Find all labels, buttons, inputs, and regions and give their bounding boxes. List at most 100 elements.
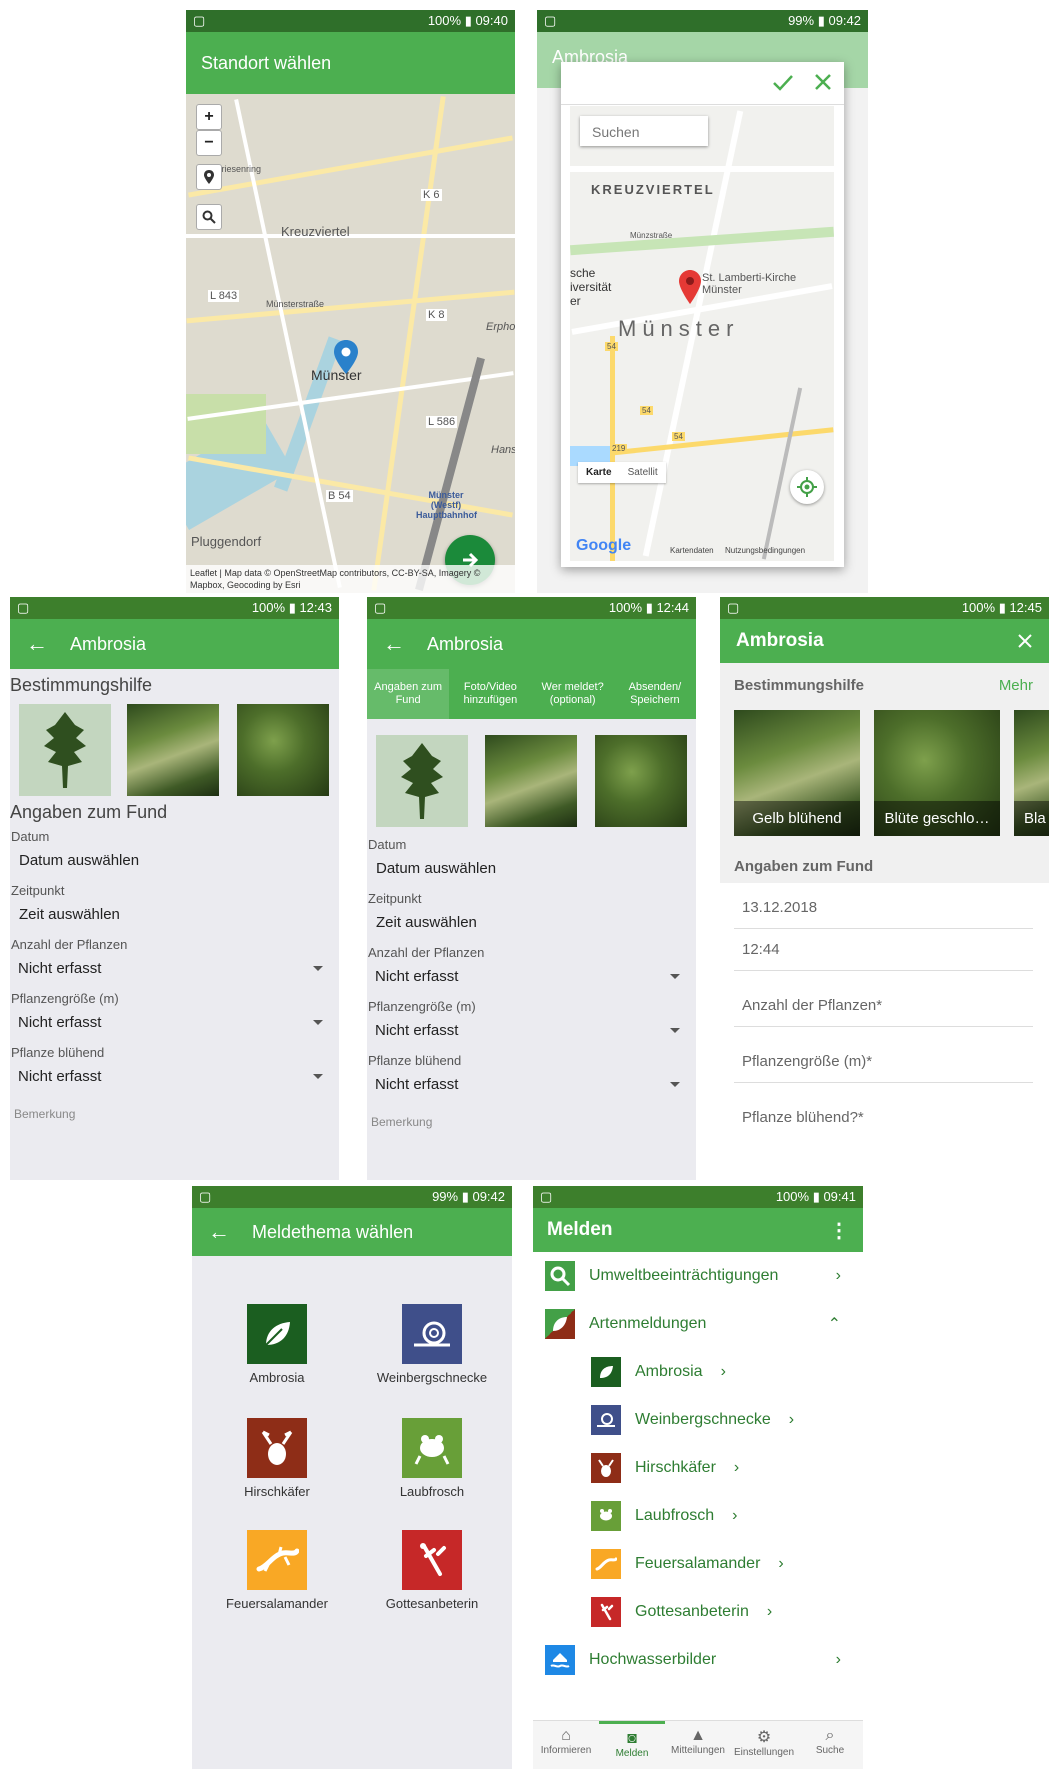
groesse-field[interactable]: Pflanzengröße (m)* xyxy=(734,1027,1033,1083)
zeit-field[interactable]: Zeit auswählen xyxy=(367,906,696,939)
nav-einstellungen[interactable]: ⚙ Einstellungen xyxy=(731,1721,797,1769)
groesse-select[interactable]: Nicht erfasst xyxy=(367,1014,696,1047)
bluehend-select[interactable]: Nicht erfasst xyxy=(367,1068,696,1101)
anzahl-select[interactable]: Nicht erfasst xyxy=(367,960,696,993)
map-label: K 8 xyxy=(426,309,447,321)
status-left: ▢ xyxy=(193,13,206,28)
map-search-button[interactable] xyxy=(196,204,222,230)
anzahl-select[interactable]: Nicht erfasst xyxy=(10,952,339,985)
nav-melden[interactable]: ◙ Melden xyxy=(599,1721,665,1769)
datum-field[interactable]: Datum auswählen xyxy=(10,844,339,877)
map[interactable]: Kreuzviertel Münster Pluggendorf K 6 K 8… xyxy=(186,94,515,593)
map-type-karte[interactable]: Karte xyxy=(578,462,620,483)
screen-form-tabs: ▢ 100% ▮ 12:44 ← Ambrosia Angaben zum Fu… xyxy=(367,597,696,1180)
nav-mitteilungen[interactable]: ▲ Mitteilungen xyxy=(665,1721,731,1769)
chevron-right-icon: › xyxy=(766,1603,773,1620)
bluehend-field[interactable]: Pflanze blühend?* xyxy=(734,1083,1033,1138)
dropdown-caret-icon xyxy=(670,1082,680,1087)
sub-weinbergschnecke[interactable]: Weinbergschnecke › xyxy=(533,1396,863,1444)
row-arten[interactable]: Artenmeldungen ⌃ xyxy=(533,1300,863,1348)
theme-hirschkaefer[interactable]: Hirschkäfer xyxy=(217,1418,337,1499)
thumb-leaf[interactable] xyxy=(376,735,468,827)
map-label: Münsterstraße xyxy=(266,299,325,309)
park xyxy=(570,226,834,256)
close-icon[interactable] xyxy=(814,73,832,91)
row-umwelt[interactable]: Umweltbeeinträchtigungen › xyxy=(533,1252,863,1300)
row-label: Hochwasserbilder xyxy=(589,1651,717,1668)
camera-icon: ◙ xyxy=(627,1730,637,1747)
thumb-plant[interactable] xyxy=(595,735,687,827)
status-left: ▢ xyxy=(540,1189,553,1204)
row-hochwasser[interactable]: Hochwasserbilder › xyxy=(533,1636,863,1684)
theme-ambrosia[interactable]: Ambrosia xyxy=(217,1304,337,1385)
confirm-icon[interactable] xyxy=(772,73,794,93)
back-arrow-icon[interactable]: ← xyxy=(208,1219,230,1245)
map-marker-icon[interactable] xyxy=(679,270,701,304)
sub-feuersalamander[interactable]: Feuersalamander › xyxy=(533,1540,863,1588)
nav-suche[interactable]: ⌕ Suche xyxy=(797,1721,863,1769)
google-map[interactable]: Suchen KREUZVIERTEL Münster sche iversit… xyxy=(570,106,834,561)
theme-feuersalamander[interactable]: Feuersalamander xyxy=(217,1530,337,1611)
map-label: Münster (Westf) Hauptbahnhof xyxy=(416,490,477,520)
map-label: KREUZVIERTEL xyxy=(591,182,715,197)
map-footer-nutzung[interactable]: Nutzungsbedingungen xyxy=(725,546,805,555)
ambrosia-icon xyxy=(591,1357,621,1387)
theme-label: Ambrosia xyxy=(249,1370,305,1385)
map-type-satellit[interactable]: Satellit xyxy=(620,462,666,483)
tab-absenden[interactable]: Absenden/ Speichern xyxy=(614,669,696,719)
groesse-label: Pflanzengröße (m) xyxy=(11,991,119,1006)
page-title: Meldethema wählen xyxy=(252,1221,414,1242)
card-label: Blüte geschlo… xyxy=(874,801,1000,836)
card-gelb[interactable]: Gelb blühend xyxy=(734,710,860,836)
thumb-plant[interactable] xyxy=(237,704,329,796)
card-bluete[interactable]: Blüte geschlo… xyxy=(874,710,1000,836)
bluehend-select[interactable]: Nicht erfasst xyxy=(10,1060,339,1093)
search-icon xyxy=(202,210,216,224)
back-arrow-icon[interactable]: ← xyxy=(383,631,405,657)
my-location-button[interactable] xyxy=(790,470,824,504)
location-button[interactable] xyxy=(196,164,222,190)
bluehend-label: Pflanze blühend xyxy=(368,1053,462,1068)
back-arrow-icon[interactable]: ← xyxy=(26,631,48,657)
status-bar: ▢ 100% ▮ 09:40 xyxy=(186,10,515,32)
status-bar: ▢ 99% ▮ 09:42 xyxy=(192,1186,512,1208)
nav-label: Mitteilungen xyxy=(671,1745,725,1756)
road xyxy=(186,234,515,238)
map-footer-kartendaten[interactable]: Kartendaten xyxy=(670,546,714,555)
sub-gottesanbeterin[interactable]: Gottesanbeterin › xyxy=(533,1588,863,1636)
theme-laubfrosch[interactable]: Laubfrosch xyxy=(372,1418,492,1499)
sub-hirschkaefer[interactable]: Hirschkäfer › xyxy=(533,1444,863,1492)
sub-ambrosia[interactable]: Ambrosia › xyxy=(533,1348,863,1396)
status-left: ▢ xyxy=(199,1189,212,1204)
close-icon[interactable] xyxy=(1017,633,1033,649)
mantis-icon xyxy=(402,1530,462,1590)
tab-foto[interactable]: Foto/Video hinzufügen xyxy=(449,669,531,719)
zoom-out-button[interactable]: − xyxy=(196,130,222,156)
thumb-plant[interactable] xyxy=(485,735,577,827)
status-left: ▢ xyxy=(544,13,557,28)
datum-field[interactable]: Datum auswählen xyxy=(367,852,696,885)
tab-angaben[interactable]: Angaben zum Fund xyxy=(367,669,450,719)
snail-icon xyxy=(402,1304,462,1364)
mehr-link[interactable]: Mehr xyxy=(999,677,1033,694)
thumb-plant[interactable] xyxy=(127,704,219,796)
nav-informieren[interactable]: ⌂ Informieren xyxy=(533,1721,599,1769)
date-field[interactable]: 13.12.2018 xyxy=(734,887,1033,929)
theme-gottesanbeterin[interactable]: Gottesanbeterin xyxy=(372,1530,492,1611)
theme-weinbergschnecke[interactable]: Weinbergschnecke xyxy=(372,1304,492,1385)
tab-wer[interactable]: Wer meldet? (optional) xyxy=(532,669,614,719)
thumbs xyxy=(367,719,696,831)
zeit-field[interactable]: Zeit auswählen xyxy=(10,898,339,931)
card-third[interactable]: Bla xyxy=(1014,710,1049,836)
sub-laubfrosch[interactable]: Laubfrosch › xyxy=(533,1492,863,1540)
screen-form-new: ▢ 100% ▮ 12:45 Ambrosia Bestimmungshilfe… xyxy=(720,597,1049,1180)
zoom-in-button[interactable]: + xyxy=(196,104,222,130)
groesse-select[interactable]: Nicht erfasst xyxy=(10,1006,339,1039)
thumb-leaf[interactable] xyxy=(19,704,111,796)
time-field[interactable]: 12:44 xyxy=(734,929,1033,971)
search-box[interactable]: Suchen xyxy=(580,116,708,146)
map-marker-icon[interactable] xyxy=(334,340,358,374)
anzahl-field[interactable]: Anzahl der Pflanzen* xyxy=(734,971,1033,1027)
nav-label: Melden xyxy=(615,1748,649,1759)
overflow-menu-icon[interactable]: ⋮ xyxy=(829,1218,849,1243)
